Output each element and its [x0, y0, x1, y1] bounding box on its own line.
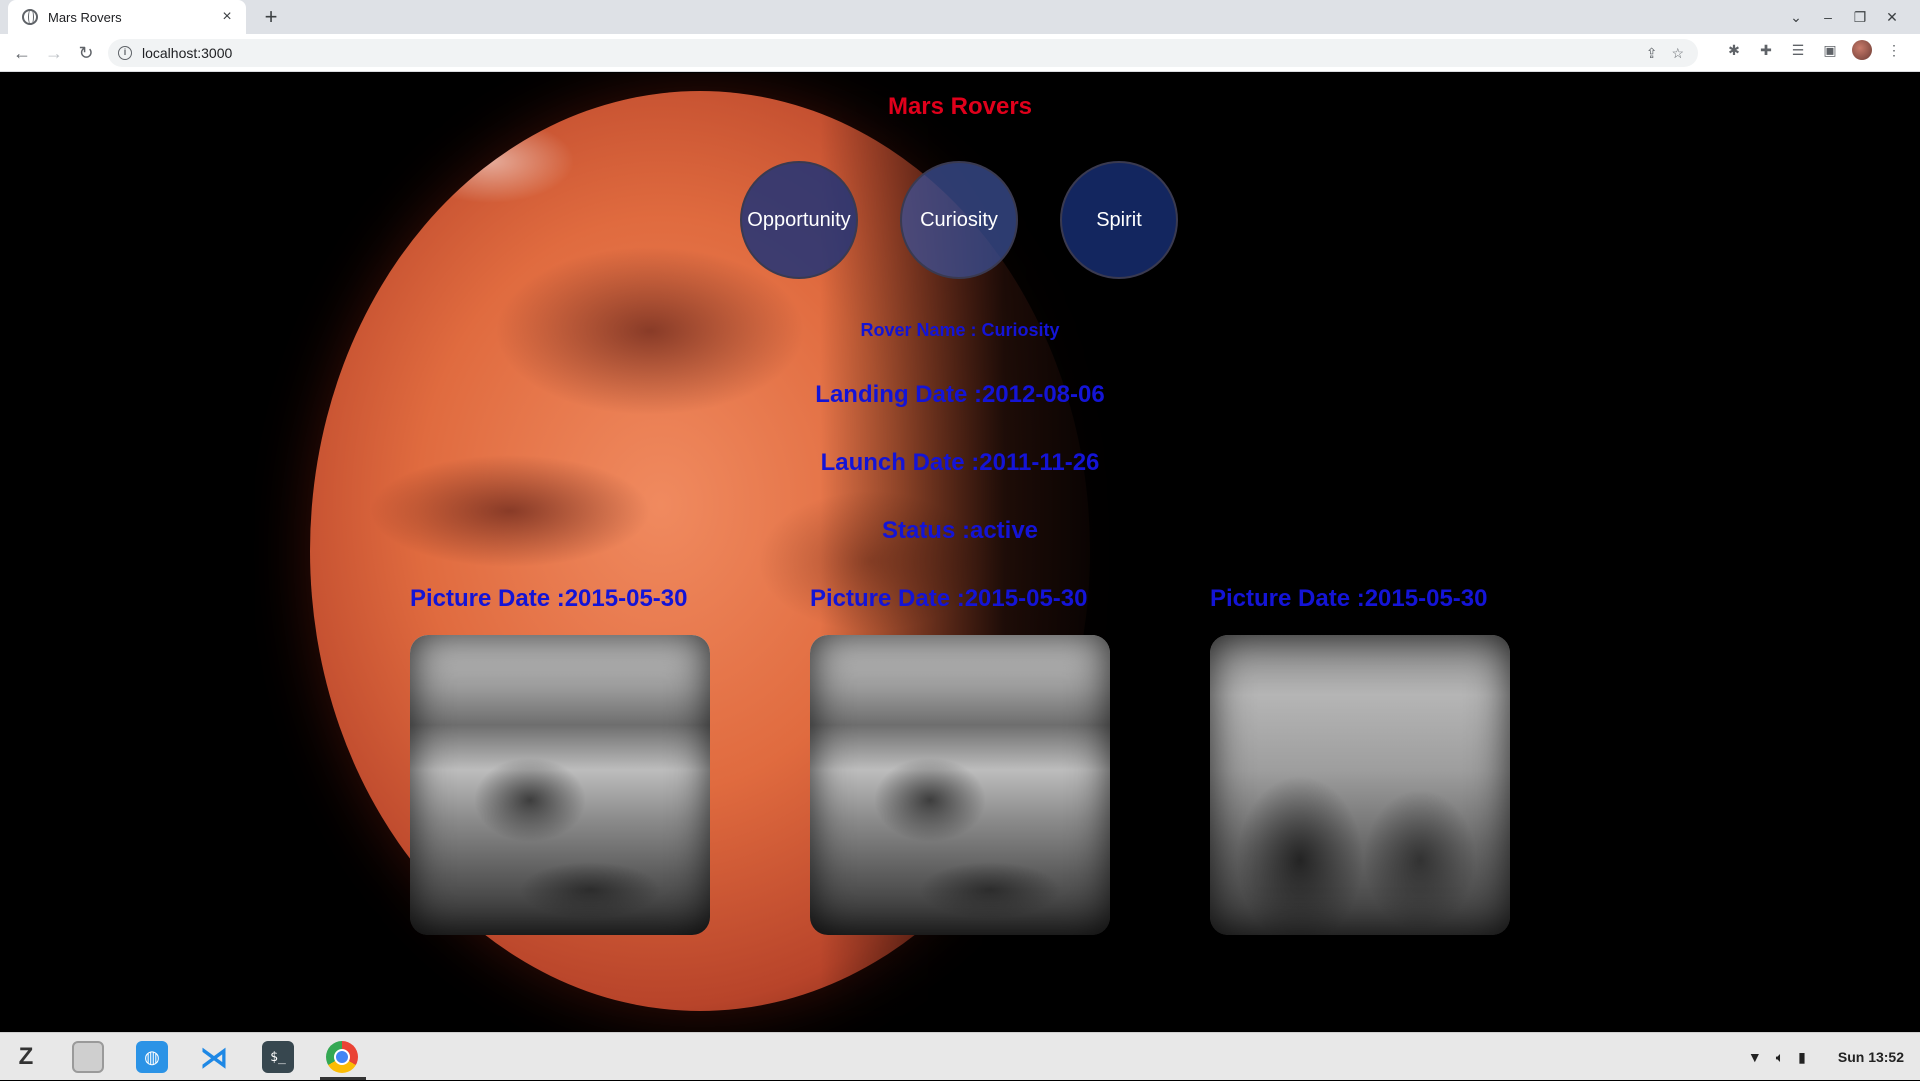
- rover-name: Rover Name : Curiosity: [860, 320, 1060, 340]
- forward-arrow-icon[interactable]: →: [40, 40, 68, 66]
- file-manager-icon[interactable]: [72, 1041, 104, 1073]
- menu-kebab-icon[interactable]: ⋮: [1884, 42, 1904, 59]
- app-store-icon[interactable]: ◍: [136, 1041, 168, 1073]
- extension-icons: ✱ ✚ ☰ ▣ ⋮: [1724, 40, 1904, 60]
- volume-icon[interactable]: 🔈︎: [1776, 1049, 1784, 1066]
- picture-date: Picture Date :2015-05-30: [1210, 585, 1488, 612]
- picture-date: Picture Date :2015-05-30: [810, 585, 1088, 612]
- tab-title: Mars Rovers: [48, 9, 122, 25]
- omnibox-actions: ⇪ ☆: [1646, 39, 1684, 67]
- app-launcher-icon[interactable]: Z: [10, 1041, 42, 1073]
- landing-date: Landing Date :2012-08-06: [815, 381, 1105, 408]
- browser-tab[interactable]: Mars Rovers ×: [8, 0, 246, 34]
- browser-toolbar: ← → ↻ i localhost:3000 ⇪ ☆: [0, 34, 1920, 72]
- page-viewport: Mars Rovers Opportunity Curiosity Spirit…: [0, 73, 1920, 1032]
- launch-date: Launch Date :2011-11-26: [820, 449, 1100, 476]
- back-arrow-icon[interactable]: ←: [8, 40, 36, 66]
- close-tab-icon[interactable]: ×: [218, 8, 236, 26]
- opportunity-button[interactable]: Opportunity: [740, 161, 858, 279]
- side-panel-icon[interactable]: ▣: [1820, 42, 1840, 59]
- minimize-icon[interactable]: –: [1812, 9, 1844, 25]
- wifi-icon[interactable]: ▼: [1748, 1049, 1762, 1065]
- spirit-button[interactable]: Spirit: [1060, 161, 1178, 279]
- url-text[interactable]: localhost:3000: [142, 45, 232, 61]
- vscode-icon[interactable]: ⋊: [198, 1041, 230, 1073]
- terminal-icon[interactable]: $_: [262, 1041, 294, 1073]
- reload-icon[interactable]: ↻: [72, 40, 100, 66]
- globe-icon: [22, 9, 38, 25]
- clock[interactable]: Sun 13:52: [1838, 1049, 1904, 1065]
- picture-date: Picture Date :2015-05-30: [410, 585, 688, 612]
- window-controls: ⌄ – ❐ ✕: [1780, 0, 1908, 34]
- tab-bar: Mars Rovers × + ⌄ – ❐ ✕: [0, 0, 1920, 34]
- site-info-icon[interactable]: i: [118, 46, 132, 60]
- rover-status: Status :active: [881, 517, 1039, 544]
- maximize-icon[interactable]: ❐: [1844, 9, 1876, 26]
- rover-photo: [810, 635, 1110, 935]
- share-icon[interactable]: ⇪: [1646, 45, 1658, 62]
- address-bar[interactable]: i localhost:3000 ⇪ ☆: [108, 39, 1698, 67]
- photo-card: Picture Date :2015-05-30: [810, 585, 1110, 935]
- profile-avatar[interactable]: [1852, 40, 1872, 60]
- system-tray: ▼ 🔈︎ ▮ Sun 13:52: [1748, 1033, 1904, 1081]
- extension-bug-icon[interactable]: ✱: [1724, 42, 1744, 59]
- extensions-puzzle-icon[interactable]: ✚: [1756, 42, 1776, 59]
- bookmark-star-icon[interactable]: ☆: [1671, 45, 1684, 62]
- close-window-icon[interactable]: ✕: [1876, 9, 1908, 26]
- rover-photo: [410, 635, 710, 935]
- page-title: Mars Rovers: [887, 93, 1033, 120]
- reading-list-icon[interactable]: ☰: [1788, 42, 1808, 59]
- battery-icon[interactable]: ▮: [1798, 1049, 1806, 1066]
- rover-photo: [1210, 635, 1510, 935]
- tab-search-icon[interactable]: ⌄: [1780, 9, 1812, 26]
- curiosity-button[interactable]: Curiosity: [900, 161, 1018, 279]
- photo-card: Picture Date :2015-05-30: [410, 585, 710, 935]
- photo-card: Picture Date :2015-05-30: [1210, 585, 1510, 935]
- chrome-icon[interactable]: [326, 1041, 358, 1073]
- os-taskbar: Z ◍ ⋊ $_ ▼ 🔈︎ ▮ Sun 13:52: [0, 1032, 1920, 1080]
- new-tab-button[interactable]: +: [258, 4, 284, 30]
